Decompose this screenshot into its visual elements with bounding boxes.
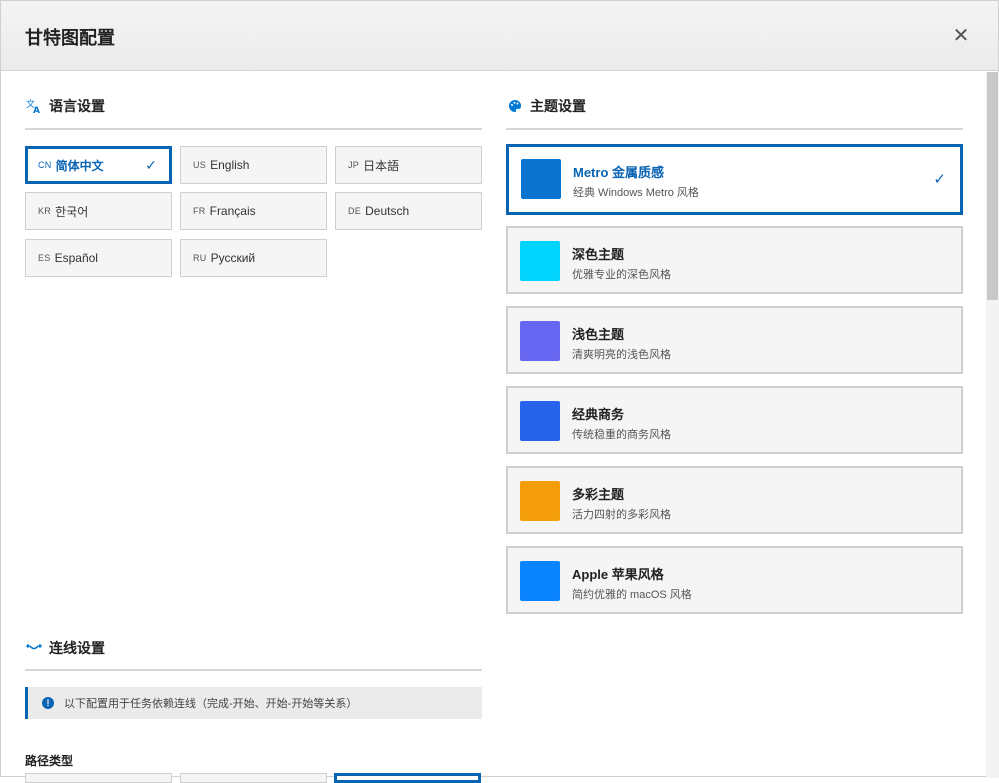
language-code: KR: [38, 206, 52, 216]
check-icon: ✓: [933, 171, 946, 188]
language-option-ru[interactable]: RU Русский: [180, 239, 327, 277]
theme-color-swatch: [520, 561, 560, 601]
scrollbar-thumb[interactable]: [987, 72, 998, 300]
theme-section-header: 主题设置: [506, 96, 586, 116]
theme-color-swatch: [520, 241, 560, 281]
connector-icon: [25, 640, 43, 656]
connector-section-title: 连线设置: [49, 640, 105, 656]
dialog-title: 甘特图配置: [25, 28, 115, 48]
theme-name: 深色主题: [572, 247, 625, 262]
scrollbar[interactable]: [986, 72, 999, 778]
theme-option-5[interactable]: 多彩主题活力四射的多彩风格: [506, 466, 963, 534]
language-section-header: 文A 语言设置: [25, 96, 105, 116]
language-label: 한국어: [55, 204, 89, 219]
theme-color-swatch: [520, 401, 560, 441]
route-option-1[interactable]: [25, 773, 172, 783]
language-option-cn[interactable]: CN 简体中文 ✓: [25, 146, 172, 184]
connector-info-text: 以下配置用于任务依赖连线（完成-开始、开始-开始等关系）: [64, 698, 358, 710]
theme-option-3[interactable]: 浅色主题清爽明亮的浅色风格: [506, 306, 963, 374]
theme-name: 浅色主题: [572, 327, 625, 342]
theme-description: 优雅专业的深色风格: [572, 269, 671, 281]
language-label: 日本語: [363, 158, 400, 173]
language-option-kr[interactable]: KR 한국어: [25, 192, 172, 230]
language-label: English: [210, 158, 250, 172]
translate-icon: 文A: [25, 98, 43, 114]
palette-icon: [506, 98, 524, 114]
check-icon: ✓: [145, 157, 157, 173]
theme-option-4[interactable]: 经典商务传统稳重的商务风格: [506, 386, 963, 454]
language-divider: [25, 128, 482, 130]
theme-description: 经典 Windows Metro 风格: [573, 187, 699, 199]
theme-section-title: 主题设置: [530, 98, 586, 114]
dialog-header: 甘特图配置 ✕: [1, 1, 998, 71]
language-label: Deutsch: [365, 204, 410, 218]
language-option-us[interactable]: US English: [180, 146, 327, 184]
theme-color-swatch: [521, 159, 561, 199]
language-code: JP: [348, 160, 360, 170]
language-label: 简体中文: [55, 158, 104, 173]
theme-color-swatch: [520, 321, 560, 361]
route-option-2[interactable]: [180, 773, 327, 783]
info-icon: !: [42, 697, 54, 709]
language-label: Français: [209, 204, 256, 218]
theme-name: 多彩主题: [572, 487, 625, 502]
connector-divider: [25, 669, 482, 671]
svg-text:A: A: [33, 106, 40, 114]
route-option-3[interactable]: [334, 773, 481, 783]
language-label: Español: [54, 251, 98, 265]
route-type-label: 路径类型: [25, 754, 74, 768]
theme-name: Metro 金属质感: [573, 165, 665, 180]
theme-name: Apple 苹果风格: [572, 567, 664, 582]
language-option-de[interactable]: DE Deutsch: [335, 192, 482, 230]
connector-info-banner: ! 以下配置用于任务依赖连线（完成-开始、开始-开始等关系）: [25, 687, 482, 719]
language-code: RU: [193, 253, 207, 263]
language-code: FR: [193, 206, 206, 216]
theme-option-2[interactable]: 深色主题优雅专业的深色风格: [506, 226, 963, 294]
gantt-config-dialog: 甘特图配置 ✕ 文A 语言设置 CN 简体中文 ✓ US English JP 日本語 KR 한…: [0, 0, 999, 783]
language-code: DE: [348, 206, 362, 216]
theme-description: 清爽明亮的浅色风格: [572, 349, 671, 361]
language-option-fr[interactable]: FR Français: [180, 192, 327, 230]
language-section-title: 语言设置: [49, 98, 105, 114]
close-icon[interactable]: ✕: [948, 23, 974, 49]
connector-section-header: 连线设置: [25, 638, 105, 658]
language-code: ES: [38, 253, 51, 263]
theme-option-6[interactable]: Apple 苹果风格简约优雅的 macOS 风格: [506, 546, 963, 614]
theme-divider: [506, 128, 963, 130]
language-code: US: [193, 160, 207, 170]
theme-description: 传统稳重的商务风格: [572, 429, 671, 441]
theme-name: 经典商务: [572, 407, 625, 422]
theme-color-swatch: [520, 481, 560, 521]
language-option-jp[interactable]: JP 日本語: [335, 146, 482, 184]
theme-description: 活力四射的多彩风格: [572, 509, 671, 521]
language-label: Русский: [210, 251, 256, 265]
language-code: CN: [38, 160, 52, 170]
language-option-es[interactable]: ES Español: [25, 239, 172, 277]
theme-description: 简约优雅的 macOS 风格: [572, 589, 692, 601]
theme-option-1[interactable]: Metro 金属质感经典 Windows Metro 风格 ✓: [506, 144, 963, 215]
